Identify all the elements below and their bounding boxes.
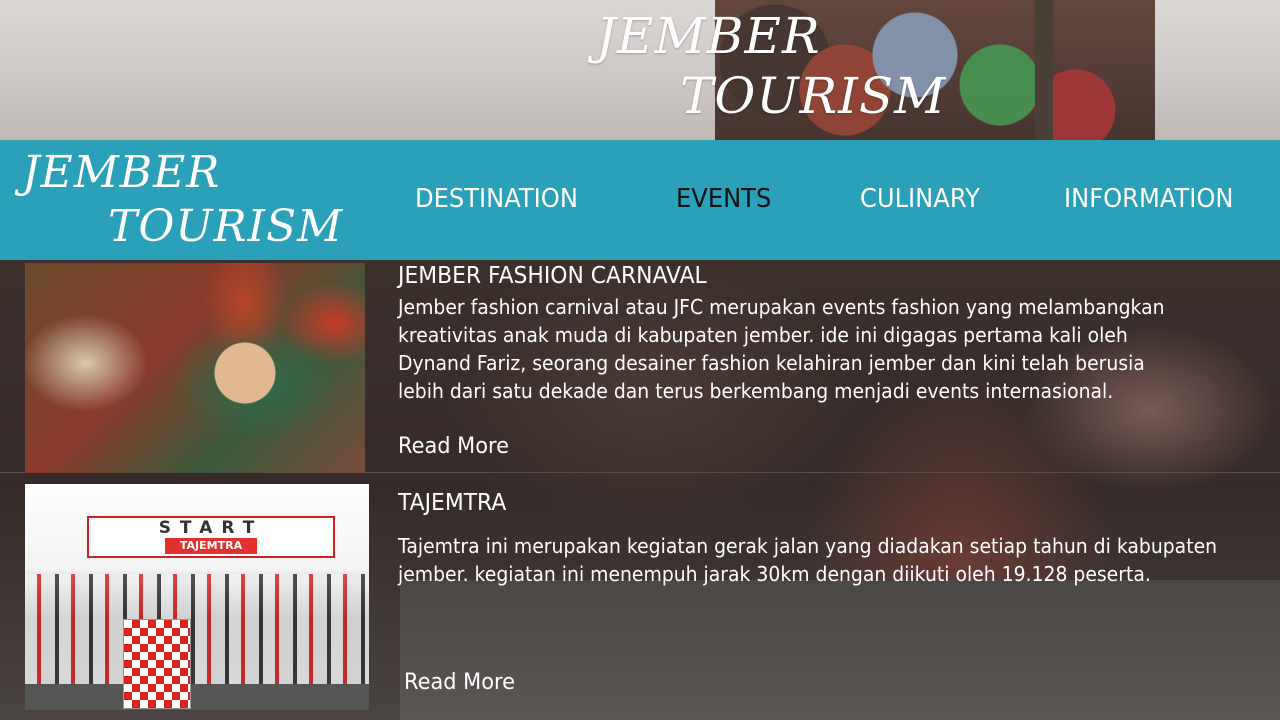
event-description-line: jember. kegiatan ini menempuh jarak 30km… [398, 562, 1151, 586]
photo-road [25, 684, 369, 710]
event-title: JEMBER FASHION CARNAVAL [398, 263, 707, 289]
nav-item-culinary[interactable]: CULINARY [860, 184, 980, 214]
photo-start-banner: START TAJEMTRA [87, 516, 335, 558]
photo-banner-text: START [158, 518, 264, 538]
nav-item-events[interactable]: EVENTS [676, 184, 771, 214]
nav-item-information[interactable]: INFORMATION [1064, 184, 1234, 214]
read-more-link[interactable]: Read More [404, 670, 515, 695]
hero-title: JEMBER TOURISM [596, 6, 947, 126]
event-description-line: Jember fashion carnival atau JFC merupak… [398, 295, 1165, 319]
background-road [400, 580, 1280, 720]
photo-banner-subtext: TAJEMTRA [165, 538, 257, 554]
nav-logo-line2: TOURISM [108, 201, 344, 252]
hero-photo-pole [1035, 0, 1053, 140]
event-description: Jember fashion carnival atau JFC merupak… [398, 293, 1165, 405]
event-photo-fashion-carnaval[interactable] [25, 263, 365, 473]
nav-logo-line1: JEMBER [22, 147, 221, 198]
nav-item-destination[interactable]: DESTINATION [415, 184, 578, 214]
event-description-line: Tajemtra ini merupakan kegiatan gerak ja… [398, 534, 1218, 558]
event-photo-tajemtra[interactable]: START TAJEMTRA [25, 484, 369, 710]
nav-logo[interactable]: JEMBER TOURISM [22, 146, 344, 254]
event-description-line: kreativitas anak muda di kabupaten jembe… [398, 323, 1128, 347]
event-title: TAJEMTRA [398, 490, 507, 516]
read-more-link[interactable]: Read More [398, 434, 509, 459]
event-description: Tajemtra ini merupakan kegiatan gerak ja… [398, 532, 1217, 588]
event-description-line: Dynand Fariz, seorang desainer fashion k… [398, 351, 1145, 375]
event-description-line: lebih dari satu dekade dan terus berkemb… [398, 379, 1114, 403]
hero-title-line2: TOURISM [680, 67, 947, 125]
photo-crowd [25, 574, 369, 694]
hero-banner: JEMBER TOURISM [0, 0, 1280, 140]
hero-title-line1: JEMBER [596, 7, 821, 65]
checkered-flag [123, 619, 191, 709]
nav-bar: JEMBER TOURISM DESTINATION EVENTS CULINA… [0, 140, 1280, 260]
